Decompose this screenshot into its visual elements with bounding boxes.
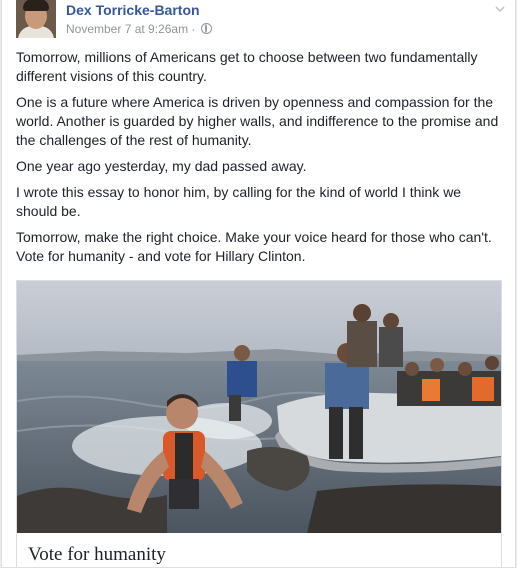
post-timestamp[interactable]: November 7 at 9:26am — [66, 22, 188, 36]
link-attachment[interactable]: Vote for humanity — [16, 280, 502, 567]
attachment-title[interactable]: Vote for humanity — [28, 544, 166, 566]
chevron-down-icon[interactable] — [495, 4, 505, 14]
post-paragraph: One is a future where America is driven … — [16, 94, 499, 148]
post-paragraph: Tomorrow, make the right choice. Make yo… — [16, 229, 492, 264]
globe-icon[interactable] — [200, 23, 212, 34]
avatar-hair — [23, 0, 49, 11]
attachment-photo[interactable] — [17, 281, 501, 533]
author-name-link[interactable]: Dex Torricke-Barton — [66, 2, 200, 18]
post-paragraph: Tomorrow, millions of Americans get to c… — [16, 49, 478, 84]
feed-post: Dex Torricke-Barton November 7 at 9:26am… — [1, 0, 516, 568]
post-meta: November 7 at 9:26am · — [66, 22, 212, 36]
post-text: Tomorrow, millions of Americans get to c… — [16, 48, 504, 273]
post-paragraph: One year ago yesterday, my dad passed aw… — [16, 158, 307, 174]
meta-separator: · — [191, 22, 196, 36]
post-paragraph: I wrote this essay to honor him, by call… — [16, 184, 462, 219]
author-avatar[interactable] — [16, 0, 56, 38]
post-header: Dex Torricke-Barton November 7 at 9:26am… — [16, 0, 506, 48]
